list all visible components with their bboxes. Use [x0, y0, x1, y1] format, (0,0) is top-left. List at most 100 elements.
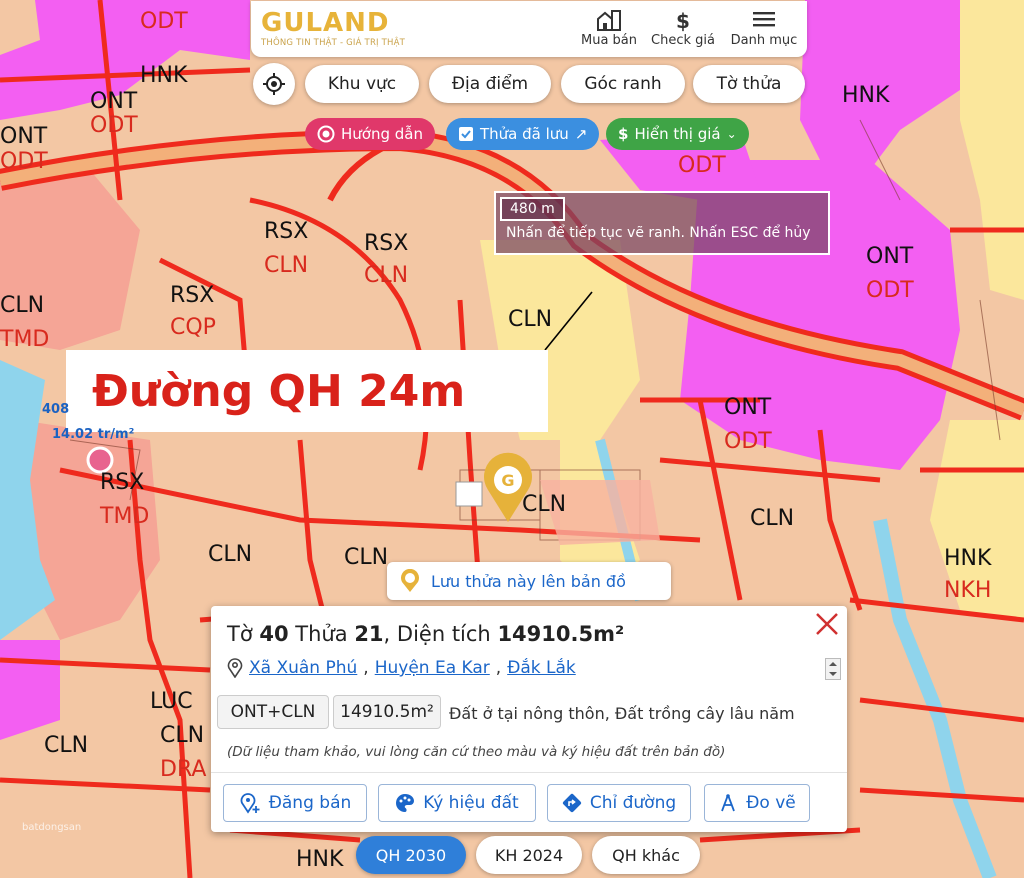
chevron-down-icon: ⌄: [726, 127, 737, 141]
zone-label-rsx: RSX: [264, 219, 308, 244]
svg-text:G: G: [501, 471, 514, 490]
commune-link[interactable]: Xã Xuân Phú: [249, 658, 357, 678]
crosshair-icon: [263, 73, 285, 95]
zone-label-rsx: RSX: [100, 470, 144, 495]
zone-label-cln: CLN: [344, 545, 388, 570]
price-marker-id: 408: [42, 402, 70, 417]
menu-icon: [729, 9, 799, 33]
zone-label-ont: ONT: [90, 89, 138, 114]
brand-tagline: THÔNG TIN THẬT - GIÁ TRỊ THẬT: [261, 38, 406, 48]
land-code-tag: ONT+CLN: [217, 695, 329, 729]
top-header: GULAND THÔNG TIN THẬT - GIÁ TRỊ THẬT Mua…: [251, 1, 807, 57]
close-icon[interactable]: [813, 610, 841, 638]
province-link[interactable]: Đắk Lắk: [507, 658, 576, 678]
zone-label-odt: ODT: [0, 149, 48, 174]
nav-label: Mua bán: [580, 33, 637, 48]
measure-distance: 480 m: [500, 197, 565, 221]
measure-tooltip: 480 m Nhấn để tiếp tục vẽ ranh. Nhấn ESC…: [494, 191, 830, 255]
district-link[interactable]: Huyện Ea Kar: [375, 658, 490, 678]
building-icon: [577, 9, 641, 33]
zone-label-tmd: TMD: [0, 327, 49, 352]
post-sale-button[interactable]: Đăng bán: [223, 784, 367, 822]
nav-danh-muc[interactable]: Danh mục: [729, 9, 799, 48]
zone-label-cln: CLN: [160, 723, 204, 748]
tab-qh-khac[interactable]: QH khác: [592, 836, 700, 874]
parcel-area: 14910.5m²: [497, 622, 625, 646]
filter-khu-vuc[interactable]: Khu vực: [305, 65, 419, 103]
land-description: Đất ở tại nông thôn, Đất trồng cây lâu n…: [449, 704, 795, 723]
zone-label-dra: DRA: [160, 757, 206, 782]
measure-draw-label: Đo vẽ: [746, 793, 796, 813]
zone-label-nkh: NKH: [944, 578, 991, 603]
measure-hint: Nhấn để tiếp tục vẽ ranh. Nhấn ESC để hủ…: [506, 225, 811, 241]
zone-label-cln: CLN: [364, 263, 408, 288]
panel-divider: [211, 772, 847, 773]
measure-draw-button[interactable]: Đo vẽ: [704, 784, 810, 822]
guide-button[interactable]: Hướng dẫn: [305, 118, 435, 150]
save-plot-button[interactable]: Lưu thửa này lên bản đồ: [387, 562, 671, 600]
tab-kh-2024[interactable]: KH 2024: [476, 836, 582, 874]
nav-check-gia[interactable]: $ Check giá: [649, 9, 717, 48]
zone-label-hnk: HNK: [296, 847, 344, 872]
price-label: Hiển thị giá: [634, 125, 721, 143]
tab-qh-2030[interactable]: QH 2030: [356, 836, 466, 874]
scroll-arrows-icon[interactable]: [825, 658, 841, 680]
zone-label-hnk: HNK: [140, 63, 188, 88]
guland-logo[interactable]: GULAND THÔNG TIN THẬT - GIÁ TRỊ THẬT: [261, 9, 405, 48]
directions-icon: [562, 793, 581, 813]
nav-label: Check giá: [651, 33, 715, 48]
road-plan-label: Đường QH 24m: [66, 350, 548, 432]
zone-label-hnk: HNK: [842, 83, 890, 108]
save-plot-label: Lưu thửa này lên bản đồ: [431, 571, 626, 591]
land-symbols-label: Ký hiệu đất: [423, 793, 519, 813]
filter-to-thua[interactable]: Tờ thửa: [693, 65, 805, 103]
zone-label-odt: ODT: [140, 9, 188, 34]
disclaimer-note: (Dữ liệu tham khảo, vui lòng căn cứ theo…: [227, 744, 726, 760]
zone-label-cln: CLN: [208, 542, 252, 567]
land-symbols-button[interactable]: Ký hiệu đất: [378, 784, 536, 822]
zone-label-ont: ONT: [866, 244, 914, 269]
zone-label-odt: ODT: [866, 278, 914, 303]
nav-label: Danh mục: [730, 33, 798, 48]
zone-label-cln: CLN: [0, 293, 44, 318]
filter-dia-diem[interactable]: Địa điểm: [429, 65, 551, 103]
zone-label-rsx: RSX: [170, 283, 214, 308]
zone-label-odt: ODT: [678, 153, 726, 178]
zone-label-cln: CLN: [750, 506, 794, 531]
zone-label-cln: CLN: [264, 253, 308, 278]
plot-number: 21: [354, 622, 384, 646]
guland-pin-icon: [401, 569, 419, 592]
saved-plots-button[interactable]: Thửa đã lưu ↗: [446, 118, 600, 150]
show-price-button[interactable]: $ Hiển thị giá ⌄: [606, 118, 749, 150]
post-sale-label: Đăng bán: [268, 793, 352, 813]
zone-label-rsx: RSX: [364, 231, 408, 256]
filter-goc-ranh[interactable]: Góc ranh: [561, 65, 685, 103]
directions-button[interactable]: Chỉ đường: [547, 784, 691, 822]
zone-label-cln: CLN: [508, 307, 552, 332]
locate-button[interactable]: [253, 63, 295, 105]
brand-name: GULAND: [261, 8, 390, 38]
zone-label-cln: CLN: [522, 492, 566, 517]
location-pin-icon: [227, 658, 243, 678]
watermark: batdongsan: [22, 822, 82, 833]
saved-label: Thửa đã lưu: [480, 125, 569, 143]
location-plus-icon: [240, 793, 260, 814]
sheet-number: 40: [259, 622, 289, 646]
parcel-info-panel: Tờ 40 Thửa 21, Diện tích 14910.5m² Xã Xu…: [211, 606, 847, 832]
zone-label-odt: ODT: [90, 113, 138, 138]
directions-label: Chỉ đường: [589, 793, 677, 813]
land-area-tag: 14910.5m²: [333, 695, 441, 729]
parcel-location: Xã Xuân Phú, Huyện Ea Kar, Đắk Lắk: [227, 658, 576, 678]
zone-label-tmd: TMD: [99, 504, 149, 529]
zone-label-cqp: CQP: [170, 315, 216, 340]
play-circle-icon: [317, 125, 335, 143]
road-plan-text: Đường QH 24m: [92, 365, 466, 417]
palette-icon: [396, 794, 415, 812]
zone-label-odt: ODT: [724, 429, 772, 454]
nav-mua-ban[interactable]: Mua bán: [577, 9, 641, 48]
price-marker-value: 14.02 tr/m²: [52, 427, 135, 442]
zone-label-luc: LUC: [150, 689, 193, 714]
dollar-icon: $: [618, 125, 629, 143]
zone-label-ont: ONT: [724, 395, 772, 420]
guide-label: Hướng dẫn: [341, 125, 423, 143]
